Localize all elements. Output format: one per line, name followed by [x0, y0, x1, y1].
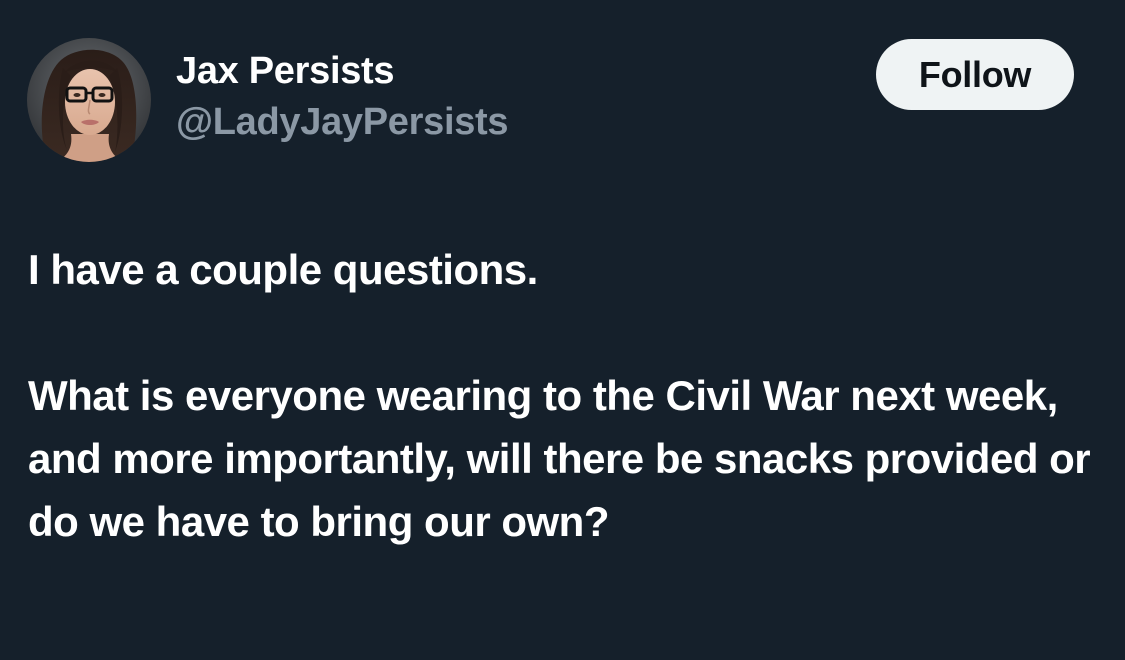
- tweet-paragraph: What is everyone wearing to the Civil Wa…: [28, 372, 1091, 545]
- follow-button[interactable]: Follow: [876, 39, 1074, 110]
- tweet-card: Jax Persists @LadyJayPersists Follow I h…: [0, 0, 1125, 660]
- display-name[interactable]: Jax Persists: [176, 50, 395, 93]
- user-handle[interactable]: @LadyJayPersists: [176, 101, 509, 144]
- profile-photo-icon: [27, 38, 151, 162]
- tweet-paragraph: I have a couple questions.: [28, 246, 538, 293]
- avatar[interactable]: [27, 38, 151, 162]
- tweet-text: I have a couple questions. What is every…: [28, 238, 1103, 553]
